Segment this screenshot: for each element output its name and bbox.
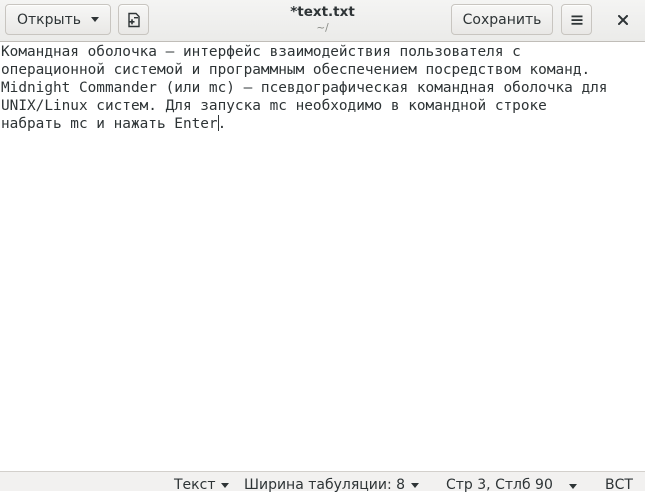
- close-window-button[interactable]: [605, 4, 641, 35]
- save-button[interactable]: Сохранить: [451, 4, 553, 35]
- hamburger-menu-icon: [571, 15, 582, 25]
- window-title-area: *text.txt ~/: [200, 3, 445, 35]
- editor-line-after-cursor: .: [217, 116, 227, 132]
- language-selector[interactable]: Текст: [174, 476, 230, 494]
- insert-mode-indicator[interactable]: ВСТ: [605, 476, 633, 494]
- open-button[interactable]: Открыть: [5, 4, 111, 35]
- editor-line-with-cursor: набрать mc и нажать Enter.: [1, 115, 227, 132]
- menu-button[interactable]: [561, 4, 592, 35]
- open-button-label: Открыть: [17, 11, 81, 28]
- text-editor[interactable]: Командная оболочка — интерфейс взаимодей…: [0, 43, 645, 471]
- editor-line: UNIX/Linux систем. Для запуска mc необхо…: [1, 98, 547, 114]
- editor-line: Командная оболочка — интерфейс взаимодей…: [1, 44, 521, 60]
- chevron-down-icon: [221, 482, 230, 488]
- close-icon: [618, 14, 628, 25]
- insert-mode-label: ВСТ: [605, 477, 633, 493]
- cursor-position-selector[interactable]: Стр 3, Стлб 90: [446, 476, 553, 494]
- status-bar: Текст Ширина табуляции: 8 Стр 3, Стлб 90…: [0, 471, 645, 494]
- chevron-down-icon[interactable]: [569, 484, 577, 489]
- chevron-down-icon: [411, 482, 420, 488]
- tab-width-selector[interactable]: Ширина табуляции: 8: [244, 476, 420, 494]
- editor-line: Midnight Commander (или mc) — псевдограф…: [1, 80, 608, 96]
- window-subtitle: ~/: [316, 22, 329, 34]
- editor-content[interactable]: Командная оболочка — интерфейс взаимодей…: [1, 43, 607, 133]
- chevron-down-icon: [90, 17, 99, 22]
- cursor-position-label: Стр 3, Стлб 90: [446, 477, 553, 493]
- save-button-label: Сохранить: [462, 11, 542, 28]
- header-bar: Открыть *text.txt ~/ Сохранить: [0, 0, 645, 42]
- editor-line: операционной системой и программным обес…: [1, 62, 591, 78]
- tab-width-label: Ширина табуляции: 8: [244, 477, 406, 493]
- new-document-button[interactable]: [118, 4, 149, 35]
- new-document-icon: [127, 12, 140, 27]
- window-title: *text.txt: [290, 4, 355, 20]
- language-label: Текст: [174, 477, 216, 493]
- editor-line-before-cursor: набрать mc и нажать Enter: [1, 116, 218, 132]
